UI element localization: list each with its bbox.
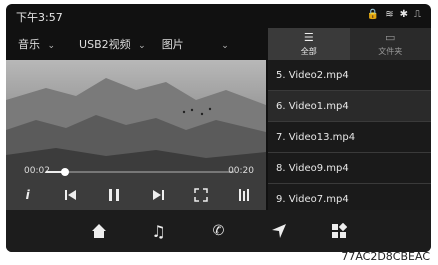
navigation-button[interactable] (267, 219, 291, 243)
playlist-item[interactable]: 5. Video2.mp4 (268, 60, 431, 91)
music-note-icon: ♫ (151, 221, 166, 241)
playlist-panel: ☰ 全部 ▭ 文件夹 5. Video2.mp4 6. Video1.mp4 7… (268, 28, 431, 218)
total-time: 00:20 (228, 166, 254, 176)
navigation-arrow-icon (271, 224, 286, 238)
info-button[interactable]: i (17, 184, 39, 206)
phone-icon: ✆ (212, 223, 225, 239)
progress-knob[interactable] (60, 168, 69, 176)
bluetooth-icon: ✱ (399, 9, 408, 20)
apps-button[interactable] (327, 219, 351, 243)
progress-bar[interactable] (46, 168, 234, 176)
playlist-item[interactable]: 8. Video9.mp4 (268, 153, 431, 184)
chevron-down-icon: ⌄ (221, 41, 229, 51)
phone-button[interactable]: ✆ (207, 219, 231, 243)
chevron-down-icon: ⌄ (138, 41, 146, 51)
watermark-code: 77AC2D8CBEAC (341, 250, 430, 263)
status-bar: 下午3:57 🔒 ≋ ✱ ⎍ (6, 4, 431, 26)
bottom-dock: ♫ ✆ (6, 210, 431, 252)
playlist-tabs: ☰ 全部 ▭ 文件夹 (268, 28, 431, 60)
source-bar: 音乐 ⌄ USB2视频 ⌄ 图片 ⌄ (6, 30, 266, 58)
source-music[interactable]: 音乐 ⌄ (6, 36, 55, 52)
tab-all[interactable]: ☰ 全部 (268, 28, 350, 60)
equalizer-button[interactable] (233, 184, 255, 206)
playlist: 5. Video2.mp4 6. Video1.mp4 7. Video13.m… (268, 60, 431, 215)
source-usb2-video[interactable]: USB2视频 ⌄ (67, 36, 146, 52)
source-pictures[interactable]: 图片 ⌄ (150, 36, 229, 52)
pause-button[interactable] (103, 184, 125, 206)
clock: 下午3:57 (16, 11, 63, 24)
next-button[interactable] (147, 184, 169, 206)
skip-next-icon (152, 190, 164, 200)
home-button[interactable] (87, 219, 111, 243)
home-icon (91, 224, 106, 238)
fullscreen-icon (194, 188, 208, 202)
playlist-item-current[interactable]: 6. Video1.mp4 (268, 91, 431, 122)
progress-area: 00:02 00:20 (24, 166, 254, 178)
pause-icon (109, 189, 120, 201)
chevron-down-icon: ⌄ (47, 41, 56, 51)
lock-icon: 🔒 (366, 9, 380, 20)
folder-icon: ▭ (385, 31, 396, 44)
playback-controls: i (6, 182, 266, 208)
list-icon: ☰ (303, 31, 314, 44)
usb-icon: ⎍ (414, 9, 421, 20)
wifi-icon: ≋ (385, 9, 394, 20)
status-icons: 🔒 ≋ ✱ ⎍ (367, 9, 421, 20)
previous-button[interactable] (60, 184, 82, 206)
apps-grid-icon (331, 223, 347, 238)
tab-folder[interactable]: ▭ 文件夹 (349, 28, 431, 60)
equalizer-icon (239, 189, 250, 201)
info-icon: i (25, 188, 30, 202)
skip-previous-icon (64, 190, 76, 200)
playlist-item[interactable]: 7. Video13.mp4 (268, 122, 431, 153)
fullscreen-button[interactable] (190, 184, 212, 206)
infotainment-screen: 下午3:57 🔒 ≋ ✱ ⎍ 音乐 ⌄ USB2视频 ⌄ 图片 ⌄ 00:02 … (6, 4, 431, 252)
music-button[interactable]: ♫ (147, 219, 171, 243)
